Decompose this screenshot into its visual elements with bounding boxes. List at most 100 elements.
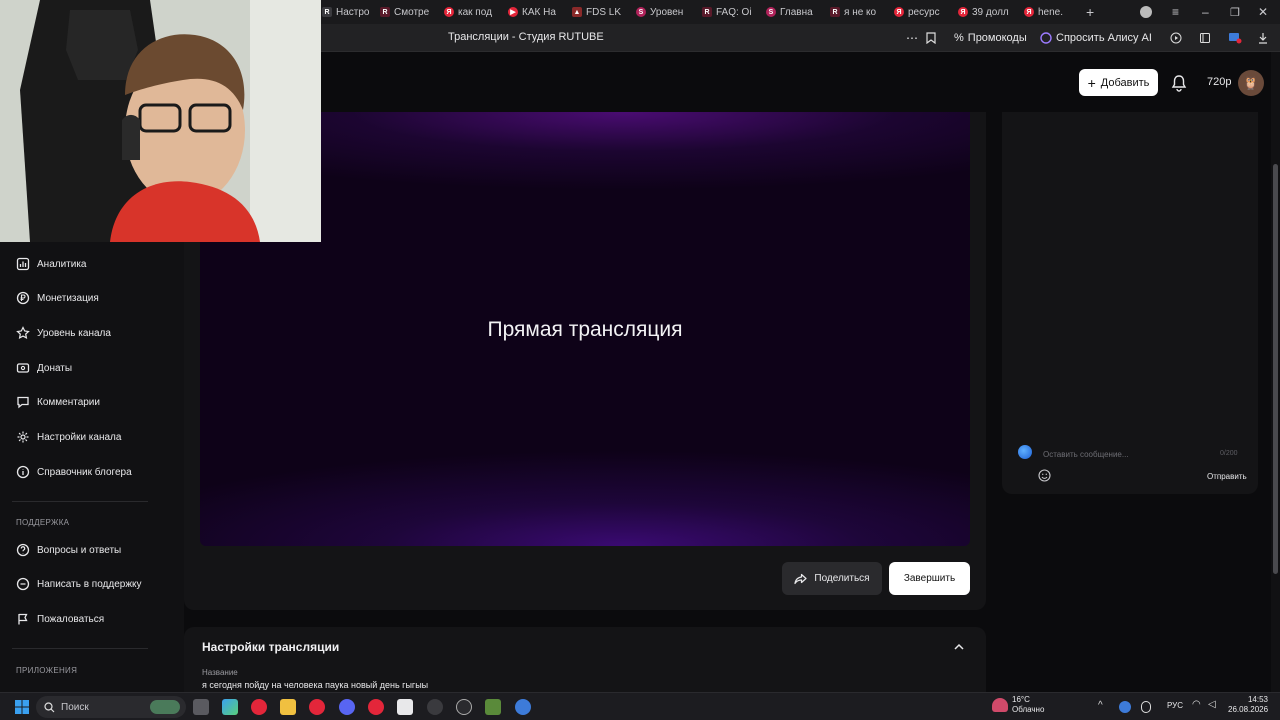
weather-temp: 16°C xyxy=(1012,695,1030,704)
promo-button[interactable]: % Промокоды xyxy=(954,29,1027,47)
tab-label: hene. xyxy=(1038,6,1064,18)
microphone-icon[interactable] xyxy=(1141,701,1151,713)
browser-tab[interactable]: Якак под xyxy=(444,0,494,24)
store-icon[interactable] xyxy=(397,699,413,715)
media-player-icon[interactable] xyxy=(456,699,472,715)
tab-favicon-icon: Я xyxy=(444,7,454,17)
finish-button[interactable]: Завершить xyxy=(889,562,970,595)
sidebar-item-label: Монетизация xyxy=(37,292,99,304)
windows-start-icon[interactable] xyxy=(14,699,30,715)
sidebar-item-donations[interactable]: Донаты xyxy=(16,359,72,377)
clock-time: 14:53 xyxy=(1247,695,1268,704)
sidebar-item-monetization[interactable]: Монетизация xyxy=(16,289,99,307)
page-scrollbar[interactable] xyxy=(1271,52,1280,692)
sidebar-item-analytics[interactable]: Аналитика xyxy=(16,255,87,273)
weather-desc: Облачно xyxy=(1012,705,1045,714)
browser-tab[interactable]: R Настрой xyxy=(322,0,370,24)
live-stream-label: Прямая трансляция xyxy=(487,318,683,341)
add-button[interactable]: + Добавить xyxy=(1079,69,1158,96)
sidebar-item-report[interactable]: Пожаловаться xyxy=(16,610,104,628)
collections-icon[interactable] xyxy=(1199,29,1211,47)
chat-send-button[interactable]: Отправить xyxy=(1207,472,1247,481)
tab-label: Настрой xyxy=(336,6,370,18)
analytics-icon xyxy=(16,257,30,271)
weather-widget[interactable]: 16°C Облачно xyxy=(1012,695,1044,715)
sidebar-item-contact-support[interactable]: Написать в поддержку xyxy=(16,575,142,593)
download-icon[interactable] xyxy=(1257,29,1269,47)
share-label: Поделиться xyxy=(814,573,870,584)
profile-icon[interactable] xyxy=(1140,0,1154,24)
search-label: Поиск xyxy=(61,701,89,713)
media-icon[interactable] xyxy=(1170,29,1182,47)
sidebar-item-label: Комментарии xyxy=(37,396,100,408)
minecraft-icon[interactable] xyxy=(485,699,501,715)
menu-icon[interactable]: ≡ xyxy=(1172,0,1184,24)
browser-tab[interactable]: R Смотре xyxy=(380,0,432,24)
stream-settings-card: Настройки трансляции Название я сегодня … xyxy=(184,627,986,697)
sidebar-item-faq[interactable]: Вопросы и ответы xyxy=(16,541,121,559)
taskbar-search[interactable]: Поиск xyxy=(36,696,186,718)
tray-app-icon[interactable] xyxy=(1119,701,1131,713)
sidebar-item-channel-level[interactable]: Уровень канала xyxy=(16,324,111,342)
clock[interactable]: 14:53 26.08.2026 xyxy=(1228,695,1268,715)
os-taskbar: Поиск 16°C Облачно ^ РУС ◠ ◁ 14:53 26.08… xyxy=(0,692,1280,720)
support-heading: ПОДДЕРЖКА xyxy=(16,518,70,527)
language-indicator[interactable]: РУС xyxy=(1167,701,1183,710)
chevron-up-icon[interactable] xyxy=(952,640,966,654)
name-field-label: Название xyxy=(202,668,238,677)
browser-tab[interactable]: S Уровен xyxy=(636,0,688,24)
tab-label: как под xyxy=(458,6,492,18)
emoji-icon[interactable] xyxy=(1038,469,1051,482)
volume-icon[interactable]: ◁ xyxy=(1208,699,1224,715)
info-icon xyxy=(16,465,30,479)
browser-tab[interactable]: ▲ FDS LK xyxy=(572,0,622,24)
yandex-browser-icon[interactable] xyxy=(251,699,267,715)
browser-tab[interactable]: ▶ КАК Ha xyxy=(508,0,558,24)
avatar[interactable]: 🦉 xyxy=(1238,70,1264,96)
tab-label: Смотре xyxy=(394,6,430,18)
more-icon[interactable]: ⋯ xyxy=(906,29,918,47)
file-explorer-icon[interactable] xyxy=(280,699,296,715)
opera-icon[interactable] xyxy=(309,699,325,715)
star-icon xyxy=(16,326,30,340)
browser-tab[interactable]: S Главна xyxy=(766,0,816,24)
close-icon[interactable]: ✕ xyxy=(1258,0,1270,24)
alice-label: Спросить Алису AI xyxy=(1056,32,1152,44)
obs-icon[interactable] xyxy=(427,699,443,715)
sidebar-divider xyxy=(12,501,148,502)
minimize-icon[interactable]: – xyxy=(1202,0,1214,24)
app-icon[interactable] xyxy=(515,699,531,715)
discord-icon[interactable] xyxy=(339,699,355,715)
sidebar-item-blogger-guide[interactable]: Справочник блогера xyxy=(16,463,132,481)
browser-tab[interactable]: R FAQ: Oi xyxy=(702,0,752,24)
bookmark-icon[interactable] xyxy=(926,29,936,47)
alice-button[interactable]: Спросить Алису AI xyxy=(1040,29,1152,47)
bell-icon[interactable] xyxy=(1170,74,1188,92)
alice-icon xyxy=(1040,32,1052,44)
quality-label[interactable]: 720p xyxy=(1207,76,1231,88)
browser-tab[interactable]: Яhene. xyxy=(1024,0,1074,24)
share-button[interactable]: Поделиться xyxy=(782,562,882,595)
task-view-icon[interactable] xyxy=(193,699,209,715)
browser-tab[interactable]: Яресурс xyxy=(894,0,944,24)
browser-tab[interactable]: Я 39 долл xyxy=(958,0,1012,24)
tab-favicon-icon: Я xyxy=(894,7,904,17)
sidebar-item-comments[interactable]: Комментарии xyxy=(16,393,100,411)
settings-title: Настройки трансляции xyxy=(202,640,340,654)
extension-icon[interactable] xyxy=(1228,29,1242,47)
chat-message-input[interactable]: Оставить сообщение... xyxy=(1043,450,1129,459)
wifi-icon[interactable]: ◠ xyxy=(1192,699,1208,715)
name-field[interactable]: я сегодня пойду на человека паука новый … xyxy=(202,680,428,690)
yandex-icon[interactable] xyxy=(368,699,384,715)
tab-favicon-icon: ▲ xyxy=(572,7,582,17)
sidebar-item-channel-settings[interactable]: Настройки канала xyxy=(16,428,121,446)
widgets-icon[interactable] xyxy=(222,699,238,715)
tab-label: Главна xyxy=(780,6,813,18)
scrollbar-thumb[interactable] xyxy=(1273,164,1278,574)
new-tab-button[interactable]: + xyxy=(1086,0,1100,24)
restore-icon[interactable]: ❐ xyxy=(1230,0,1242,24)
ruble-icon xyxy=(16,291,30,305)
chevron-up-icon[interactable]: ^ xyxy=(1098,700,1110,712)
sidebar-item-label: Донаты xyxy=(37,362,73,374)
browser-tab[interactable]: Rя не ко xyxy=(830,0,880,24)
